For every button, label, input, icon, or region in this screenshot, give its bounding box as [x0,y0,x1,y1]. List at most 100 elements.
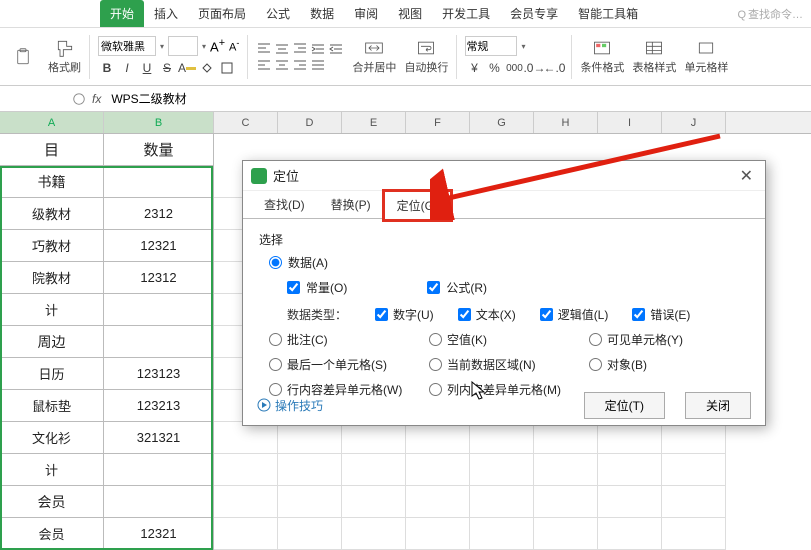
dialog-titlebar[interactable]: 定位 ✕ [243,161,765,191]
cell[interactable]: 321321 [104,422,214,454]
blank-radio[interactable] [429,333,442,346]
tab-goto[interactable]: 定位(G) [384,191,451,220]
cell[interactable] [214,518,278,550]
tab-member[interactable]: 会员专享 [500,0,568,27]
tab-formula[interactable]: 公式 [256,0,300,27]
command-search[interactable]: Q查找命令… [737,6,811,22]
col-header-A[interactable]: A [0,112,104,133]
object-radio[interactable] [589,358,602,371]
cell[interactable]: 会员 [0,518,104,550]
paste-group[interactable] [6,32,40,81]
formula-checkbox[interactable] [427,281,440,294]
cell[interactable]: 书籍 [0,166,104,198]
cell[interactable] [214,454,278,486]
cell[interactable] [598,422,662,454]
strike-button[interactable]: S [158,59,176,77]
cell[interactable] [406,454,470,486]
tab-home[interactable]: 开始 [100,0,144,27]
tab-smart[interactable]: 智能工具箱 [568,0,648,27]
col-header-D[interactable]: D [278,112,342,133]
col-header-I[interactable]: I [598,112,662,133]
cell[interactable] [598,518,662,550]
cell[interactable]: 12321 [104,518,214,550]
cancel-button[interactable]: 关闭 [685,392,751,419]
cell[interactable] [104,326,214,358]
cell[interactable]: 123213 [104,390,214,422]
percent-button[interactable]: % [485,59,503,77]
ok-button[interactable]: 定位(T) [584,392,665,419]
formula-input[interactable] [107,89,805,109]
number-checkbox[interactable] [375,308,388,321]
cell[interactable] [662,454,726,486]
col-header-H[interactable]: H [534,112,598,133]
close-icon[interactable]: ✕ [736,166,757,186]
conditional-format-button[interactable]: 条件格式 [580,38,624,75]
tab-insert[interactable]: 插入 [144,0,188,27]
font-name-select[interactable] [98,36,156,56]
error-checkbox[interactable] [632,308,645,321]
tab-review[interactable]: 审阅 [344,0,388,27]
indent-decrease-icon[interactable] [310,42,326,56]
cell[interactable] [342,454,406,486]
fx-icon[interactable]: fx [92,92,101,106]
col-header-E[interactable]: E [342,112,406,133]
col-header-B[interactable]: B [104,112,214,133]
cell[interactable] [214,422,278,454]
name-box[interactable] [6,90,66,108]
comment-radio[interactable] [269,333,282,346]
current-radio[interactable] [429,358,442,371]
cell[interactable] [470,518,534,550]
cell[interactable]: 计 [0,294,104,326]
cell-style-button[interactable]: 单元格样 [684,38,728,75]
auto-wrap-button[interactable]: 自动换行 [404,38,448,75]
font-size-select[interactable] [168,36,198,56]
cell[interactable] [534,486,598,518]
cell[interactable] [104,486,214,518]
cell[interactable]: 日历 [0,358,104,390]
chevron-down-icon[interactable]: ▾ [160,42,164,51]
cell[interactable] [342,486,406,518]
col-header-F[interactable]: F [406,112,470,133]
cell[interactable] [662,486,726,518]
cell[interactable] [406,518,470,550]
cell[interactable]: 院教材 [0,262,104,294]
indent-increase-icon[interactable] [328,42,344,56]
cell[interactable] [278,422,342,454]
cell[interactable] [342,518,406,550]
cell[interactable] [534,422,598,454]
tab-dev[interactable]: 开发工具 [432,0,500,27]
cell[interactable]: 鼠标垫 [0,390,104,422]
cell[interactable] [598,454,662,486]
format-painter-button[interactable]: 格式刷 [48,38,81,75]
cell[interactable]: 12321 [104,230,214,262]
tips-link[interactable]: 操作技巧 [257,397,323,414]
border-button[interactable] [218,59,236,77]
tab-data[interactable]: 数据 [300,0,344,27]
cell[interactable]: 12312 [104,262,214,294]
align-middle-icon[interactable] [274,42,290,56]
cell[interactable] [598,486,662,518]
chevron-down-icon[interactable]: ▾ [521,42,525,51]
cell[interactable]: 2312 [104,198,214,230]
tab-layout[interactable]: 页面布局 [188,0,256,27]
align-justify-icon[interactable] [310,58,326,72]
last-radio[interactable] [269,358,282,371]
cell[interactable] [406,422,470,454]
increase-font-icon[interactable]: A+ [210,37,225,54]
data-radio[interactable] [269,256,282,269]
col-header-J[interactable]: J [662,112,726,133]
cell[interactable] [406,486,470,518]
align-bottom-icon[interactable] [292,42,308,56]
cell[interactable] [104,454,214,486]
cell[interactable]: 巧教材 [0,230,104,262]
number-format-select[interactable] [465,36,517,56]
text-checkbox[interactable] [458,308,471,321]
cell[interactable]: 级教材 [0,198,104,230]
cell[interactable] [470,454,534,486]
tab-replace[interactable]: 替换(P) [318,190,384,219]
cell[interactable] [342,422,406,454]
cell[interactable] [470,422,534,454]
cell[interactable]: 文化衫 [0,422,104,454]
cell[interactable] [104,166,214,198]
cell[interactable] [278,486,342,518]
